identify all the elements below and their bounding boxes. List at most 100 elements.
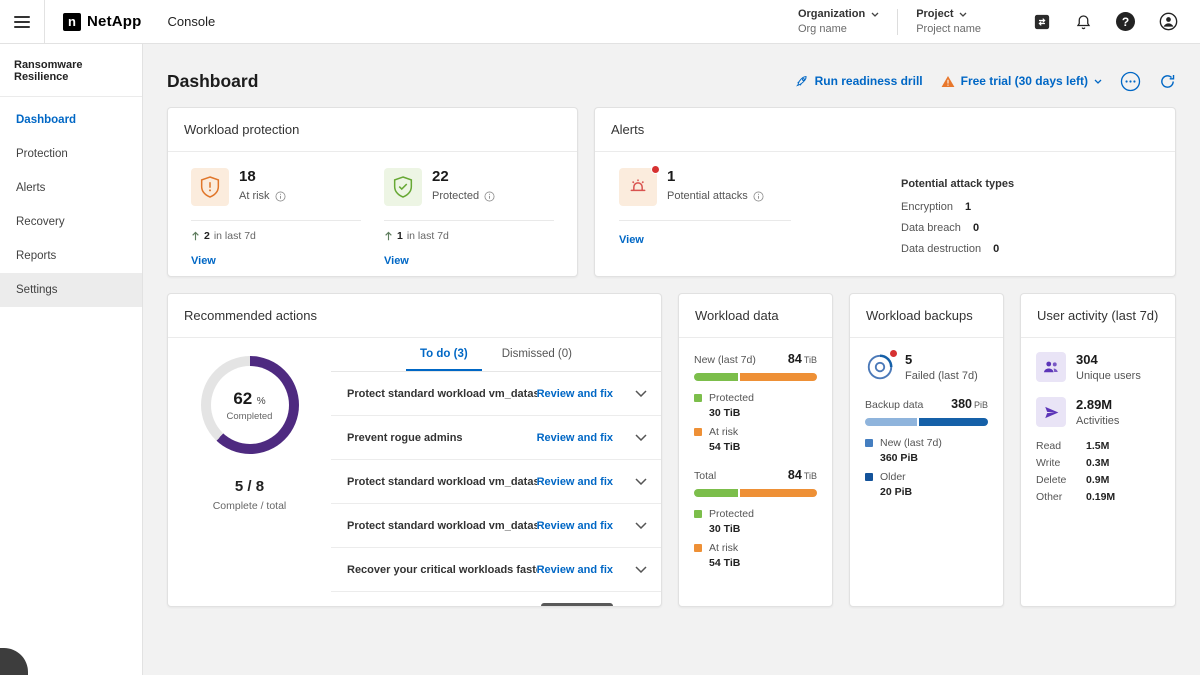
sidebar-item-dashboard[interactable]: Dashboard <box>0 103 142 137</box>
new-data-value: 84 <box>788 352 802 366</box>
tab-dismissed[interactable]: Dismissed (0) <box>488 338 586 371</box>
user-activity-card: User activity (last 7d) 304 Unique users <box>1020 293 1176 607</box>
tab-to-do[interactable]: To do (3) <box>406 338 482 371</box>
stat-label: Other <box>1036 491 1086 503</box>
at-risk-count: 18 <box>239 168 286 186</box>
review-and-fix-link[interactable]: Review and fix <box>537 432 613 444</box>
legend-label: Protected <box>709 392 754 404</box>
backup-data-bar-chart <box>865 418 988 426</box>
bar-segment-protected <box>694 489 738 497</box>
action-title: Prevent rogue admins <box>347 432 537 444</box>
stat-label: Delete <box>1036 474 1086 486</box>
user-activity-title: User activity (last 7d) <box>1021 294 1175 338</box>
workload-backups-card: Workload backups 5 Failed (last 7d) Back… <box>849 293 1004 607</box>
review-and-fix-link[interactable]: Review and fix <box>537 564 613 576</box>
main-content: Dashboard Run readiness drill Free trial… <box>143 44 1200 675</box>
new-data-label: New (last 7d) <box>694 354 756 366</box>
chevron-down-icon[interactable] <box>635 566 647 573</box>
sidebar-item-settings[interactable]: Settings <box>0 273 142 307</box>
action-row: Integrate with your security... Complete <box>331 592 661 606</box>
review-and-fix-link[interactable]: Review and fix <box>537 476 613 488</box>
info-icon[interactable] <box>753 191 764 202</box>
backup-data-label: Backup data <box>865 399 923 411</box>
shield-check-icon <box>384 168 422 206</box>
attack-type-value: 0 <box>973 222 979 234</box>
help-icon[interactable]: ? <box>1116 12 1135 31</box>
product-name: Console <box>168 14 216 29</box>
netapp-logo-mark: n <box>63 13 81 31</box>
protected-view-link[interactable]: View <box>384 255 554 267</box>
info-icon[interactable] <box>275 191 286 202</box>
activities-label: Activities <box>1076 415 1119 427</box>
legend-color-swatch <box>865 439 873 447</box>
attack-type-label: Data destruction <box>901 243 981 255</box>
sidebar-item-alerts[interactable]: Alerts <box>0 171 142 205</box>
protected-trend-value: 1 <box>397 230 403 242</box>
legend-color-swatch <box>694 544 702 552</box>
notifications-bell-icon[interactable] <box>1075 13 1092 31</box>
at-risk-view-link[interactable]: View <box>191 255 361 267</box>
chevron-down-icon[interactable] <box>635 522 647 529</box>
hamburger-menu-icon[interactable] <box>0 0 45 43</box>
chevron-down-icon <box>959 12 967 17</box>
stat-value: 0.3M <box>1086 457 1160 469</box>
recommended-actions-card: Recommended actions 62 % Completed 5 / 8… <box>167 293 662 607</box>
free-trial-label: Free trial (30 days left) <box>961 74 1088 88</box>
run-readiness-drill-label: Run readiness drill <box>815 74 923 88</box>
chevron-down-icon[interactable] <box>635 478 647 485</box>
protected-count: 22 <box>432 168 495 186</box>
failed-badge-dot <box>889 349 898 358</box>
sidebar-item-reports[interactable]: Reports <box>0 239 142 273</box>
workload-protection-card: Workload protection 18 At risk <box>167 107 578 277</box>
attack-types-title: Potential attack types <box>901 178 1014 190</box>
info-icon[interactable] <box>484 191 495 202</box>
organization-selector[interactable]: Organization Org name <box>780 8 897 35</box>
total-data-unit: TiB <box>804 471 817 481</box>
legend-color-swatch <box>865 473 873 481</box>
legend-value: 30 TiB <box>709 407 817 419</box>
shield-alert-icon <box>191 168 229 206</box>
trend-up-icon <box>384 231 393 241</box>
backup-disk-icon <box>865 352 895 382</box>
workload-backups-title: Workload backups <box>850 294 1003 338</box>
divider <box>619 220 791 221</box>
workspace-switcher-icon[interactable] <box>1033 13 1051 31</box>
legend-value: 54 TiB <box>709 557 817 569</box>
project-selector[interactable]: Project Project name <box>898 8 999 35</box>
backup-data-value: 380 <box>951 397 972 411</box>
complete-button[interactable]: Complete <box>541 603 613 606</box>
at-risk-trend-value: 2 <box>204 230 210 242</box>
alerts-card: Alerts 1 Potential attacks <box>594 107 1176 277</box>
legend-color-swatch <box>694 394 702 402</box>
legend-value: 30 TiB <box>709 523 817 535</box>
sidebar-item-recovery[interactable]: Recovery <box>0 205 142 239</box>
chevron-down-icon[interactable] <box>635 390 647 397</box>
new-data-unit: TiB <box>804 355 817 365</box>
more-options-icon[interactable] <box>1120 71 1141 92</box>
free-trial-dropdown[interactable]: Free trial (30 days left) <box>941 74 1102 88</box>
action-row: Protect standard workload vm_datastore_u… <box>331 460 661 504</box>
sidebar-item-protection[interactable]: Protection <box>0 137 142 171</box>
protected-trend-text: in last 7d <box>407 230 449 242</box>
protected-label: Protected <box>432 190 479 202</box>
refresh-icon[interactable] <box>1159 73 1176 90</box>
rocket-icon <box>795 74 809 88</box>
alerts-view-link[interactable]: View <box>619 234 829 246</box>
completion-donut-chart: 62 % Completed <box>201 356 299 454</box>
alerts-title: Alerts <box>595 108 1175 152</box>
stat-label: Write <box>1036 457 1086 469</box>
review-and-fix-link[interactable]: Review and fix <box>537 520 613 532</box>
complete-ratio: 5 / 8 <box>235 478 264 495</box>
run-readiness-drill-button[interactable]: Run readiness drill <box>795 74 923 88</box>
send-icon <box>1036 397 1066 427</box>
recommended-actions-tabs: To do (3) Dismissed (0) <box>331 338 661 372</box>
account-icon[interactable] <box>1159 12 1178 31</box>
sidebar-title: Ransomware Resilience <box>0 44 142 97</box>
review-and-fix-link[interactable]: Review and fix <box>537 388 613 400</box>
chevron-down-icon[interactable] <box>635 434 647 441</box>
legend-label: Protected <box>709 508 754 520</box>
stat-value: 0.9M <box>1086 474 1160 486</box>
failed-backups-label: Failed (last 7d) <box>905 370 978 382</box>
attack-type-value: 1 <box>965 201 971 213</box>
legend-label: New (last 7d) <box>880 437 942 449</box>
